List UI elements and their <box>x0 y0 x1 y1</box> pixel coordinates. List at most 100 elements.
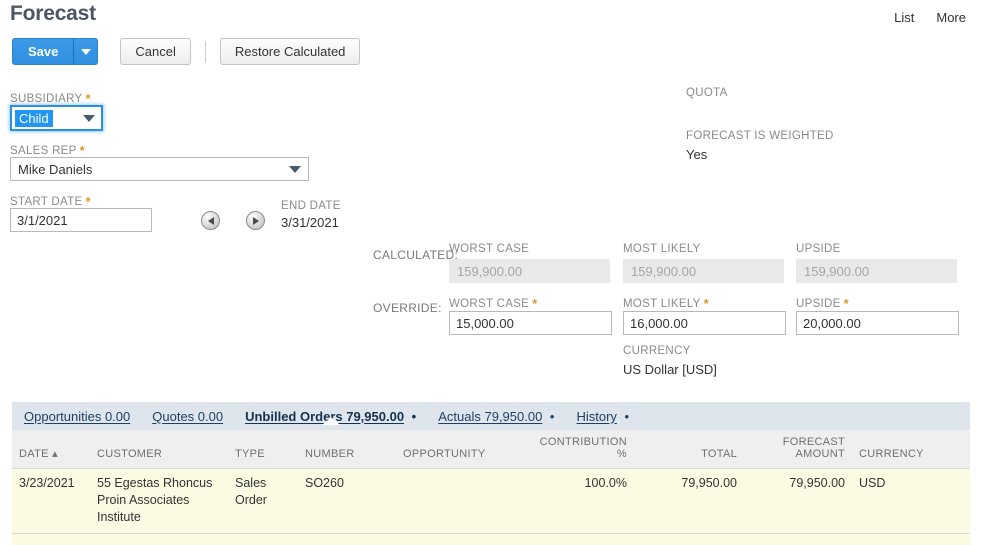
required-asterisk: * <box>85 194 91 209</box>
column-header-line2: DATE ▴ <box>19 448 58 460</box>
tab-label: uotes 0.00 <box>162 408 224 424</box>
end-date-label: END DATE <box>281 200 341 212</box>
tab-dropdown-dot-icon[interactable]: • <box>408 409 417 424</box>
tab-label: ctuals 79,950.00 <box>446 408 543 424</box>
cell-contribution: 100.0% <box>524 468 634 526</box>
column-header-line2: CUSTOMER <box>97 448 163 460</box>
override-most-likely-input[interactable]: 16,000.00 <box>623 311 786 335</box>
restore-calculated-button[interactable]: Restore Calculated <box>219 38 361 65</box>
required-asterisk: * <box>85 91 91 106</box>
tab-accesskey: H <box>576 408 586 424</box>
cell-date[interactable]: 3/23/2021 <box>12 468 90 526</box>
calculated-worst-case-label: WORST CASE <box>449 243 530 255</box>
required-asterisk: * <box>843 296 849 311</box>
calculated-most-likely-label: MOST LIKELY <box>623 243 701 255</box>
table-bottom-border <box>12 533 970 534</box>
save-dropdown-button[interactable] <box>74 38 99 65</box>
spacer-cell <box>298 526 396 545</box>
more-link[interactable]: More <box>936 10 966 25</box>
tab-quotes[interactable]: Quotes 0.00 <box>152 409 223 424</box>
spacer-cell <box>634 526 744 545</box>
spacer-cell <box>524 526 634 545</box>
column-header-line2: % <box>616 448 627 460</box>
column-header-line2: NUMBER <box>305 448 355 460</box>
override-upside-input[interactable]: 20,000.00 <box>796 311 959 335</box>
arrow-right-icon <box>252 216 259 225</box>
calculated-upside-label: UPSIDE <box>796 243 841 255</box>
tab-label: istory <box>585 408 617 424</box>
override-worst-case-label: WORST CASE * <box>449 296 538 311</box>
action-button-bar: Save Cancel Restore Calculated <box>12 38 361 65</box>
sales-rep-value: Mike Daniels <box>18 161 93 177</box>
calculated-row-label: CALCULATED: <box>373 248 459 262</box>
tab-dropdown-dot-icon[interactable]: • <box>621 409 630 424</box>
col-currency[interactable]: CURRENCY <box>852 430 970 469</box>
arrow-left-icon <box>207 216 214 225</box>
header-links: List More <box>894 10 966 25</box>
sublist-tab-strip: Opportunities 0.00 Quotes 0.00 Unbilled Or… <box>12 402 970 430</box>
button-divider <box>204 40 206 63</box>
caret-down-icon <box>80 48 91 55</box>
subsidiary-value: Child <box>15 109 53 127</box>
column-header-line1: CONTRIBUTION <box>539 436 627 448</box>
col-number[interactable]: NUMBER <box>298 430 396 469</box>
column-header-line2: TOTAL <box>701 448 737 460</box>
col-contribution[interactable]: CONTRIBUTION% <box>524 430 634 469</box>
tab-label: pportunities 0.00 <box>34 408 131 424</box>
col-date[interactable]: DATE ▴ <box>12 430 90 469</box>
spacer-cell <box>396 526 524 545</box>
table-header: DATE ▴ CUSTOMER TYPE NUMBER OPPORTUNITY CONTR… <box>12 430 970 469</box>
spacer-cell <box>744 526 852 545</box>
cancel-button[interactable]: Cancel <box>120 38 191 65</box>
col-total[interactable]: TOTAL <box>634 430 744 469</box>
forecast-is-weighted-value: Yes <box>686 147 708 162</box>
calculated-worst-case-value: 159,900.00 <box>449 259 610 283</box>
col-forecast-amount[interactable]: FORECAST AMOUNT <box>744 430 852 469</box>
calculated-upside-value: 159,900.00 <box>796 259 957 283</box>
required-asterisk: * <box>532 296 538 311</box>
chevron-down-icon <box>289 165 301 173</box>
spacer-cell <box>12 526 90 545</box>
next-period-button[interactable] <box>246 211 265 230</box>
column-header-line2: TYPE <box>235 448 265 460</box>
save-button[interactable]: Save <box>12 38 75 65</box>
override-upside-label: UPSIDE * <box>796 296 849 311</box>
override-worst-case-input[interactable]: 15,000.00 <box>449 311 612 335</box>
save-button-group: Save <box>12 38 99 65</box>
cell-number: SO260 <box>298 468 396 526</box>
currency-label: CURRENCY <box>623 345 691 357</box>
tab-accesskey: Q <box>152 408 163 424</box>
tab-history[interactable]: History • <box>576 409 629 424</box>
tab-unbilled-orders[interactable]: Unbilled Orders 79,950.00 • <box>245 409 417 425</box>
cell-opportunity <box>396 468 524 526</box>
table-row-spacer <box>12 526 970 545</box>
active-tab-pointer-icon <box>321 416 340 425</box>
cell-forecast-amount: 79,950.00 <box>744 468 852 526</box>
column-header-line1: FORECAST <box>782 436 845 448</box>
spacer-cell <box>90 526 228 545</box>
previous-period-button[interactable] <box>201 211 220 230</box>
start-date-input[interactable]: 3/1/2021 <box>10 208 152 232</box>
col-customer[interactable]: CUSTOMER <box>90 430 228 469</box>
cell-customer: 55 Egestas Rhoncus Proin Associates Inst… <box>90 468 228 526</box>
subsidiary-select[interactable]: Child <box>10 105 103 131</box>
page-title: Forecast <box>10 2 96 25</box>
cell-type: Sales Order <box>228 468 298 526</box>
col-type[interactable]: TYPE <box>228 430 298 469</box>
spacer-cell <box>852 526 970 545</box>
sales-rep-select[interactable]: Mike Daniels <box>10 157 309 181</box>
table-row[interactable]: 3/23/2021 55 Egestas Rhoncus Proin Associ… <box>12 468 970 526</box>
chevron-down-icon <box>83 114 95 122</box>
list-link[interactable]: List <box>894 10 914 25</box>
currency-value: US Dollar [USD] <box>623 362 717 377</box>
override-most-likely-label: MOST LIKELY * <box>623 296 709 311</box>
column-header-line2: CURRENCY <box>859 448 924 460</box>
tab-dropdown-dot-icon[interactable]: • <box>546 409 555 424</box>
table-header-row: DATE ▴ CUSTOMER TYPE NUMBER OPPORTUNITY CONTR… <box>12 430 970 469</box>
calculated-most-likely-value: 159,900.00 <box>623 259 784 283</box>
cell-currency: USD <box>852 468 970 526</box>
tab-actuals[interactable]: Actuals 79,950.00 • <box>438 409 554 424</box>
col-opportunity[interactable]: OPPORTUNITY <box>396 430 524 469</box>
tab-opportunities[interactable]: Opportunities 0.00 <box>24 409 130 424</box>
cell-total: 79,950.00 <box>634 468 744 526</box>
